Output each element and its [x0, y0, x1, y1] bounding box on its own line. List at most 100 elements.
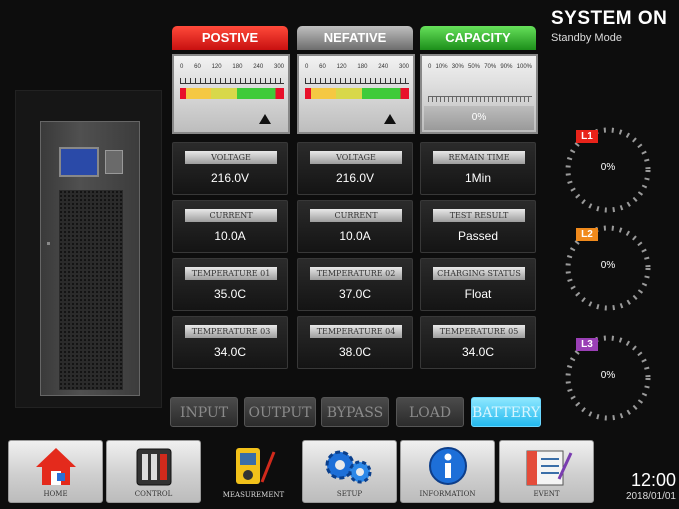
- cell-value: 38.0C: [338, 345, 372, 359]
- cabinet-grille: [59, 190, 123, 390]
- cell-label: CURRENT: [185, 209, 277, 222]
- phase-l3-dial: L3 0%: [558, 328, 658, 428]
- tab-load[interactable]: LOAD: [396, 397, 464, 427]
- scale-label: 70%: [484, 64, 497, 70]
- scale-label: 120: [211, 64, 222, 70]
- remain-time-cell: REMAIN TIME 1Min: [420, 142, 536, 195]
- scale-label: 90%: [500, 64, 513, 70]
- nav-control-button[interactable]: CONTROL: [106, 440, 201, 503]
- nav-measurement-button[interactable]: MEASUREMENT: [206, 440, 301, 503]
- scale-label: 60: [319, 64, 326, 70]
- nav-information-button[interactable]: INFORMATION: [400, 440, 495, 503]
- cell-label: TEMPERATURE 03: [185, 325, 277, 338]
- scale-label: 300: [273, 64, 284, 70]
- nav-event-button[interactable]: EVENT: [499, 440, 594, 503]
- gauge-ticks: [305, 78, 409, 84]
- cell-label: TEMPERATURE 05: [433, 325, 525, 338]
- cell-value: 216.0V: [335, 171, 375, 185]
- gauge-scale: 0 60 120 180 240 300: [180, 64, 284, 76]
- tab-bypass[interactable]: BYPASS: [321, 397, 389, 427]
- gauge-scale: 0 10% 30% 50% 70% 90% 100%: [428, 64, 532, 76]
- negative-current-cell: CURRENT 10.0A: [297, 200, 413, 253]
- phase-value: 0%: [600, 260, 616, 271]
- scale-label: 240: [378, 64, 389, 70]
- scale-label: 120: [336, 64, 347, 70]
- system-status: SYSTEM ON Standby Mode: [551, 8, 676, 44]
- gears-icon: [325, 450, 371, 484]
- scale-label: 180: [232, 64, 243, 70]
- temperature-05-cell: TEMPERATURE 05 34.0C: [420, 316, 536, 369]
- scale-label: 0: [180, 64, 184, 70]
- phase-value: 0%: [600, 162, 616, 173]
- cell-value: 35.0C: [213, 287, 247, 301]
- phase-tag: L1: [576, 130, 598, 143]
- scale-label: 0: [305, 64, 309, 70]
- scale-label: 240: [253, 64, 264, 70]
- cabinet-handle: [47, 242, 50, 245]
- positive-voltage-cell: VOLTAGE 216.0V: [172, 142, 288, 195]
- positive-voltage-gauge: 0 60 120 180 240 300: [172, 54, 290, 134]
- cell-label: TEMPERATURE 04: [310, 325, 402, 338]
- nav-home-button[interactable]: HOME: [8, 440, 103, 503]
- capacity-gauge: 0 10% 30% 50% 70% 90% 100% 0%: [420, 54, 538, 134]
- cabinet-switch: [105, 150, 123, 174]
- cell-label: CURRENT: [310, 209, 402, 222]
- scale-label: 180: [357, 64, 368, 70]
- scale-label: 10%: [435, 64, 448, 70]
- nav-label: SETUP: [336, 490, 363, 498]
- charging-status-cell: CHARGING STATUS Float: [420, 258, 536, 311]
- tab-capacity[interactable]: CAPACITY: [420, 26, 536, 50]
- cell-value: 10.0A: [214, 229, 246, 243]
- phase-l2-dial: L2 0%: [558, 218, 658, 318]
- cell-value: 216.0V: [210, 171, 250, 185]
- negative-voltage-cell: VOLTAGE 216.0V: [297, 142, 413, 195]
- nav-label: CONTROL: [134, 490, 173, 498]
- system-mode: Standby Mode: [551, 32, 622, 44]
- info-icon: [428, 447, 467, 485]
- cell-value: Passed: [457, 229, 499, 243]
- tab-positive[interactable]: POSTIVE: [172, 26, 288, 50]
- cell-label: VOLTAGE: [310, 151, 402, 164]
- nav-label: HOME: [43, 490, 68, 498]
- gauge-color-bar: [180, 88, 284, 99]
- cell-label: TEMPERATURE 02: [310, 267, 402, 280]
- scale-label: 60: [194, 64, 201, 70]
- phase-l1-dial: L1 0%: [558, 120, 658, 220]
- capacity-value: 0%: [424, 106, 534, 130]
- cell-value: 37.0C: [338, 287, 372, 301]
- phase-tag: L2: [576, 228, 598, 241]
- negative-voltage-gauge: 0 60 120 180 240 300: [297, 54, 415, 134]
- temperature-03-cell: TEMPERATURE 03 34.0C: [172, 316, 288, 369]
- scale-label: 0: [428, 64, 432, 70]
- control-icon: [136, 448, 171, 486]
- clock-time: 12:00: [630, 470, 676, 490]
- ups-screen: SYSTEM ON Standby Mode POSTIVE NEFATIVE …: [0, 0, 679, 509]
- cell-label: VOLTAGE: [185, 151, 277, 164]
- phase-tag: L3: [576, 338, 598, 351]
- cell-value: 34.0C: [461, 345, 495, 359]
- cell-label: CHARGING STATUS: [433, 267, 525, 280]
- nav-label: EVENT: [533, 490, 560, 498]
- cell-label: REMAIN TIME: [433, 151, 525, 164]
- test-result-cell: TEST RESULT Passed: [420, 200, 536, 253]
- tab-output[interactable]: OUTPUT: [244, 397, 316, 427]
- gauge-ticks: [180, 78, 284, 84]
- event-icon: [526, 450, 572, 486]
- positive-current-cell: CURRENT 10.0A: [172, 200, 288, 253]
- clock-date: 2018/01/01: [625, 491, 676, 502]
- tab-battery[interactable]: BATTERY: [471, 397, 541, 427]
- scale-label: 100%: [516, 64, 532, 70]
- nav-label: INFORMATION: [419, 490, 476, 498]
- tab-input[interactable]: INPUT: [170, 397, 238, 427]
- temperature-01-cell: TEMPERATURE 01 35.0C: [172, 258, 288, 311]
- scale-label: 50%: [467, 64, 480, 70]
- nav-setup-button[interactable]: SETUP: [302, 440, 397, 503]
- tab-negative[interactable]: NEFATIVE: [297, 26, 413, 50]
- temperature-02-cell: TEMPERATURE 02 37.0C: [297, 258, 413, 311]
- system-state: SYSTEM ON: [551, 8, 668, 29]
- temperature-04-cell: TEMPERATURE 04 38.0C: [297, 316, 413, 369]
- measurement-icon: [235, 448, 275, 484]
- bottom-nav: HOME CONTROL MEASUREMENT SETUP INFORMATI…: [0, 440, 679, 503]
- cell-value: 10.0A: [339, 229, 371, 243]
- cell-label: TEMPERATURE 01: [185, 267, 277, 280]
